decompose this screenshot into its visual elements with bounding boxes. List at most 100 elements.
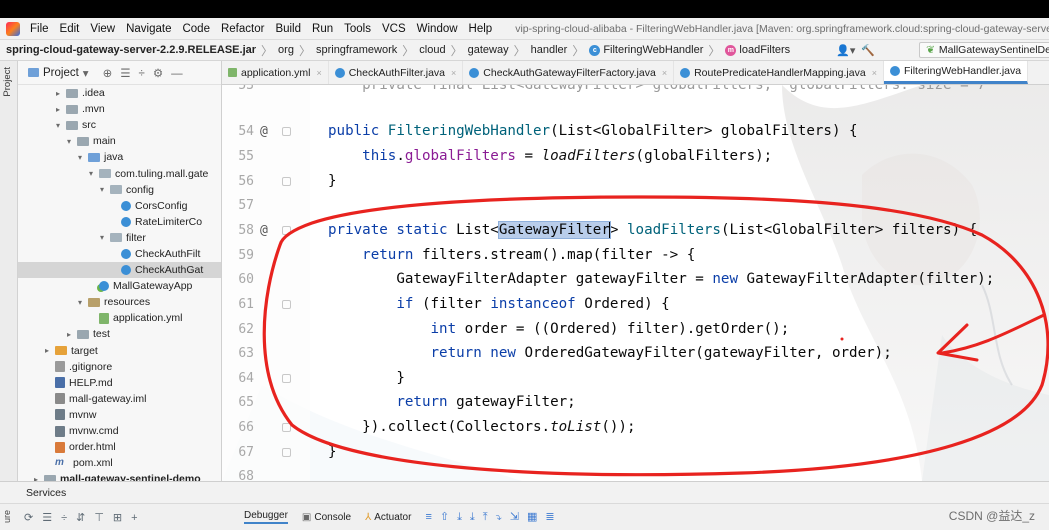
chevron-down-icon[interactable]: ▾	[97, 233, 107, 242]
project-toolbar-icons[interactable]: ⊕☰÷⚙—	[103, 66, 191, 80]
tree-item[interactable]: ▾ com.tuling.mall.gate	[18, 165, 221, 181]
close-icon[interactable]: ×	[451, 68, 456, 78]
menu-run[interactable]: Run	[312, 23, 333, 35]
project-title[interactable]: Project	[43, 67, 79, 79]
menu-edit[interactable]: Edit	[60, 23, 80, 35]
code-line: 65 return gatewayFilter;	[222, 390, 1049, 415]
chevron-down-icon[interactable]: ▾	[83, 66, 89, 80]
class-icon	[889, 66, 900, 76]
chevron-down-icon[interactable]: ▾	[53, 121, 63, 130]
hammer-icon[interactable]: 🔨	[861, 44, 875, 57]
project-tool-tab[interactable]: Project	[2, 67, 13, 97]
annotation-marker-icon[interactable]: @	[260, 124, 268, 139]
breadcrumb-separator: 〉	[450, 43, 463, 58]
tree-item[interactable]: order.html	[18, 439, 221, 455]
fold-icon[interactable]	[282, 299, 291, 309]
tree-item[interactable]: CheckAuthFilt	[18, 246, 221, 262]
chevron-down-icon[interactable]: ▾	[86, 169, 96, 178]
menu-vcs[interactable]: VCS	[382, 23, 406, 35]
fold-icon[interactable]	[282, 176, 291, 186]
breadcrumb-jar[interactable]: spring-cloud-gateway-server-2.2.9.RELEAS…	[6, 44, 256, 56]
tab-application-yml[interactable]: application.yml ×	[222, 61, 329, 84]
services-toolbar-icons[interactable]: ⟳☰÷⇵⊤⊞+	[24, 511, 244, 524]
tree-item[interactable]: ▾ main	[18, 133, 221, 149]
tab-routepredicatehandlermapping-java[interactable]: RoutePredicateHandlerMapping.java ×	[674, 61, 884, 84]
debug-step-icons[interactable]: ≡⇧⤓⤓⤒⤵⇲▦≣	[425, 510, 562, 524]
tree-item[interactable]: ▸ .mvn	[18, 101, 221, 117]
tree-item[interactable]: ▾ java	[18, 149, 221, 165]
tree-item[interactable]: application.yml	[18, 310, 221, 326]
chevron-down-icon[interactable]: ▾	[75, 153, 85, 162]
menu-help[interactable]: Help	[469, 23, 493, 35]
chevron-down-icon[interactable]: ▾	[75, 298, 85, 307]
code-editor[interactable]: 53 private final List<GatewayFilter> glo…	[222, 85, 1049, 481]
tab-actuator[interactable]: ⅄ Actuator	[365, 512, 411, 523]
services-label[interactable]: Services	[26, 487, 66, 499]
tree-item[interactable]: CorsConfig	[18, 198, 221, 214]
code-text: int order = ((Ordered) filter).getOrder(…	[430, 321, 790, 338]
menu-view[interactable]: View	[90, 23, 115, 35]
line-number: 56	[238, 173, 254, 189]
html-file-icon	[55, 441, 65, 453]
tree-item[interactable]: ▸ test	[18, 326, 221, 342]
tree-item[interactable]: ▸ target	[18, 343, 221, 359]
fold-icon[interactable]	[282, 422, 291, 432]
tree-item[interactable]: ▸ .idea	[18, 85, 221, 101]
fold-icon[interactable]	[282, 225, 291, 235]
close-icon[interactable]: ×	[662, 68, 667, 78]
menu-tools[interactable]: Tools	[344, 23, 371, 35]
tree-item[interactable]: ▾ src	[18, 117, 221, 133]
fold-icon[interactable]	[282, 373, 291, 383]
tree-item[interactable]: ▾ filter	[18, 230, 221, 246]
line-number: 65	[238, 394, 254, 410]
menu-refactor[interactable]: Refactor	[221, 23, 264, 35]
menu-build[interactable]: Build	[275, 23, 301, 35]
chevron-right-icon[interactable]: ▸	[53, 105, 63, 114]
close-icon[interactable]: ×	[872, 68, 877, 78]
tree-item[interactable]: ▸ mall-gateway-sentinel-demo	[18, 471, 221, 481]
chevron-right-icon[interactable]: ▸	[53, 89, 63, 98]
chevron-down-icon[interactable]: ▾	[97, 185, 107, 194]
tree-item[interactable]: ▾ resources	[18, 294, 221, 310]
chevron-right-icon[interactable]: ▸	[42, 346, 52, 355]
tab-debugger[interactable]: Debugger	[244, 510, 288, 524]
close-icon[interactable]: ×	[316, 68, 321, 78]
tree-item[interactable]: MallGatewayApp	[18, 278, 221, 294]
tree-item[interactable]: HELP.md	[18, 375, 221, 391]
chevron-down-icon[interactable]: ▾	[64, 137, 74, 146]
tree-item[interactable]: .gitignore	[18, 359, 221, 375]
menu-window[interactable]: Window	[417, 23, 458, 35]
tree-item[interactable]: CheckAuthGat	[18, 262, 221, 279]
tree-item[interactable]: ▾ config	[18, 182, 221, 198]
breadcrumb-org[interactable]: org	[278, 44, 294, 56]
bottom-tool-tab[interactable]: ure	[2, 510, 12, 523]
folder-icon	[77, 329, 89, 339]
run-config-selector[interactable]: ❦ MallGatewaySentinelDemoApplication ▾	[919, 42, 1049, 58]
breadcrumb-gateway[interactable]: gateway	[468, 44, 509, 56]
line-number: 61	[238, 296, 254, 312]
menu-file[interactable]: File	[30, 23, 49, 35]
window-top-bar	[0, 0, 1049, 18]
tree-item[interactable]: mvnw	[18, 407, 221, 423]
tab-checkauthfilter-java[interactable]: CheckAuthFilter.java ×	[329, 61, 464, 84]
chevron-right-icon[interactable]: ▸	[64, 330, 74, 339]
menu-navigate[interactable]: Navigate	[126, 23, 171, 35]
breadcrumb-handler[interactable]: handler	[531, 44, 568, 56]
tree-item[interactable]: RateLimiterCo	[18, 214, 221, 230]
tab-checkauthgatewayfilterfactory-java[interactable]: CheckAuthGatewayFilterFactory.java ×	[463, 61, 675, 84]
breadcrumb-method[interactable]: m loadFilters	[725, 44, 790, 56]
menu-code[interactable]: Code	[182, 23, 210, 35]
breadcrumb-springframework[interactable]: springframework	[316, 44, 397, 56]
fold-icon[interactable]	[282, 126, 291, 136]
tab-filteringwebhandler-java[interactable]: FilteringWebHandler.java	[883, 61, 1029, 84]
user-icon[interactable]: 👤▾	[836, 44, 855, 57]
tree-item[interactable]: mvnw.cmd	[18, 423, 221, 439]
tree-item[interactable]: m pom.xml	[18, 455, 221, 471]
tab-console[interactable]: ▣ Console	[302, 512, 351, 523]
tree-item-label: .gitignore	[69, 360, 113, 373]
fold-icon[interactable]	[282, 447, 291, 457]
annotation-marker-icon[interactable]: @	[260, 223, 268, 238]
breadcrumb-class[interactable]: c FilteringWebHandler	[589, 44, 703, 56]
breadcrumb-cloud[interactable]: cloud	[419, 44, 445, 56]
tree-item[interactable]: mall-gateway.iml	[18, 391, 221, 407]
